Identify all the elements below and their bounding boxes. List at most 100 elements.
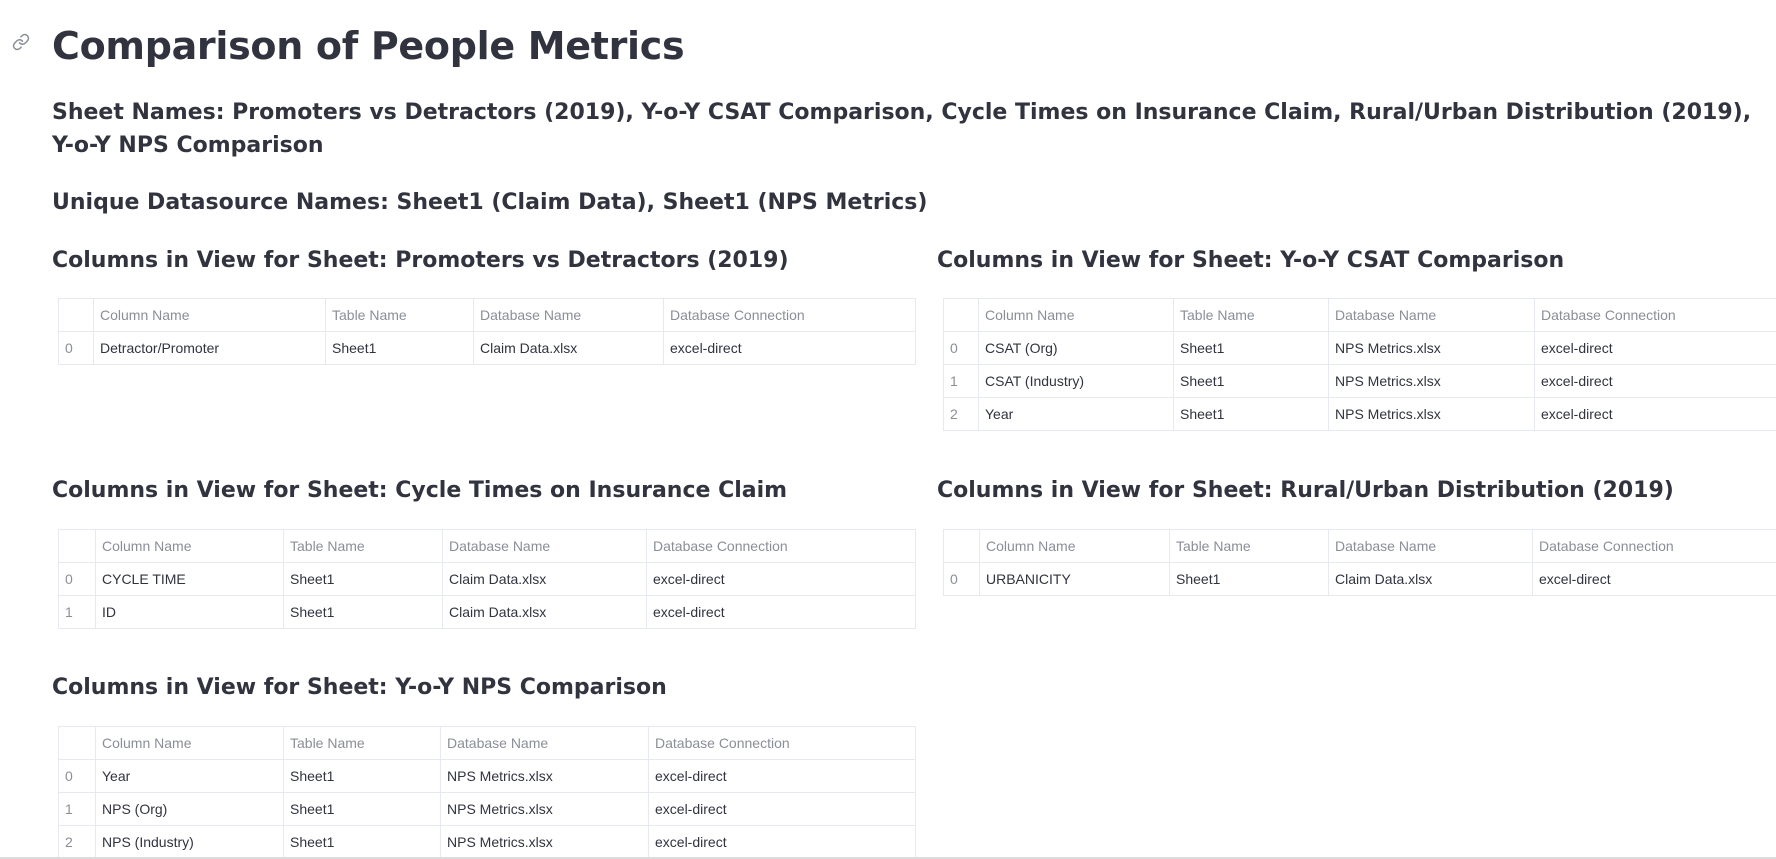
column-header[interactable]: Database Name — [442, 529, 647, 563]
table-cell[interactable]: CYCLE TIME — [95, 562, 284, 596]
table-row: 0 Year Sheet1 NPS Metrics.xlsx excel-dir… — [58, 759, 916, 793]
column-header[interactable]: Database Name — [440, 726, 649, 760]
column-header[interactable]: Table Name — [283, 726, 441, 760]
table-cell[interactable]: Claim Data.xlsx — [442, 562, 647, 596]
table-row: 0 CYCLE TIME Sheet1 Claim Data.xlsx exce… — [58, 562, 916, 596]
column-header[interactable]: Column Name — [95, 726, 284, 760]
column-header[interactable]: Database Connection — [1534, 298, 1776, 332]
column-header[interactable]: Database Name — [473, 298, 664, 332]
table-cell[interactable]: excel-direct — [1534, 364, 1776, 398]
section-title-cycle-times: Columns in View for Sheet: Cycle Times o… — [52, 478, 788, 503]
index-header — [58, 298, 94, 332]
index-header — [58, 529, 96, 563]
link-icon[interactable] — [12, 33, 30, 51]
table-cell[interactable]: Sheet1 — [283, 825, 441, 859]
table-cell[interactable]: excel-direct — [648, 759, 916, 793]
table-cell[interactable]: NPS (Org) — [95, 792, 284, 826]
table-cell[interactable]: Sheet1 — [1173, 364, 1329, 398]
table-cell[interactable]: Sheet1 — [1169, 562, 1329, 596]
table-cell[interactable]: excel-direct — [1532, 562, 1776, 596]
table-cell[interactable]: Claim Data.xlsx — [473, 331, 664, 365]
row-index: 0 — [943, 331, 979, 365]
column-header[interactable]: Table Name — [283, 529, 443, 563]
table-cell[interactable]: Sheet1 — [325, 331, 474, 365]
columns-table-nps-comparison: Column Name Table Name Database Name Dat… — [58, 726, 916, 859]
datasource-names-heading: Unique Datasource Names: Sheet1 (Claim D… — [52, 190, 928, 215]
columns-table-cycle-times: Column Name Table Name Database Name Dat… — [58, 529, 916, 629]
table-cell[interactable]: excel-direct — [646, 595, 916, 629]
page-title: Comparison of People Metrics — [52, 24, 685, 68]
table-cell[interactable]: NPS Metrics.xlsx — [440, 825, 649, 859]
table-cell[interactable]: Sheet1 — [283, 759, 441, 793]
column-header[interactable]: Table Name — [325, 298, 474, 332]
table-cell[interactable]: Sheet1 — [1173, 397, 1329, 431]
table-row: 2 NPS (Industry) Sheet1 NPS Metrics.xlsx… — [58, 825, 916, 859]
row-index: 2 — [58, 825, 96, 859]
index-header — [943, 298, 979, 332]
table-row: 0 Detractor/Promoter Sheet1 Claim Data.x… — [58, 331, 916, 365]
table-cell[interactable]: excel-direct — [1534, 397, 1776, 431]
column-header[interactable]: Database Name — [1328, 529, 1533, 563]
table-cell[interactable]: ID — [95, 595, 284, 629]
table-cell[interactable]: Year — [95, 759, 284, 793]
row-index: 1 — [58, 595, 96, 629]
section-title-rural-urban: Columns in View for Sheet: Rural/Urban D… — [937, 478, 1674, 503]
column-header[interactable]: Column Name — [95, 529, 284, 563]
table-cell[interactable]: excel-direct — [663, 331, 916, 365]
column-header[interactable]: Database Connection — [648, 726, 916, 760]
table-cell[interactable]: Year — [978, 397, 1174, 431]
column-header[interactable]: Table Name — [1173, 298, 1329, 332]
table-cell[interactable]: excel-direct — [1534, 331, 1776, 365]
table-cell[interactable]: excel-direct — [646, 562, 916, 596]
table-cell[interactable]: Sheet1 — [1173, 331, 1329, 365]
table-row: 0 CSAT (Org) Sheet1 NPS Metrics.xlsx exc… — [943, 331, 1776, 365]
row-index: 1 — [58, 792, 96, 826]
row-index: 0 — [943, 562, 980, 596]
sheet-names-heading: Sheet Names: Promoters vs Detractors (20… — [52, 100, 1752, 158]
section-title-nps-comparison: Columns in View for Sheet: Y-o-Y NPS Com… — [52, 675, 667, 700]
table-cell[interactable]: Sheet1 — [283, 562, 443, 596]
columns-table-rural-urban: Column Name Table Name Database Name Dat… — [943, 529, 1776, 596]
section-title-promoters-detractors: Columns in View for Sheet: Promoters vs … — [52, 248, 789, 273]
columns-table-csat-comparison: Column Name Table Name Database Name Dat… — [943, 298, 1776, 431]
table-cell[interactable]: Claim Data.xlsx — [442, 595, 647, 629]
row-index: 0 — [58, 759, 96, 793]
table-row: 2 Year Sheet1 NPS Metrics.xlsx excel-dir… — [943, 397, 1776, 431]
index-header — [58, 726, 96, 760]
table-cell[interactable]: NPS Metrics.xlsx — [1328, 397, 1535, 431]
table-row: 1 NPS (Org) Sheet1 NPS Metrics.xlsx exce… — [58, 792, 916, 826]
column-header[interactable]: Table Name — [1169, 529, 1329, 563]
row-index: 1 — [943, 364, 979, 398]
table-header-row: Column Name Table Name Database Name Dat… — [943, 529, 1776, 563]
columns-table-promoters-detractors: Column Name Table Name Database Name Dat… — [58, 298, 916, 365]
table-cell[interactable]: NPS Metrics.xlsx — [440, 792, 649, 826]
table-cell[interactable]: CSAT (Org) — [978, 331, 1174, 365]
table-row: 1 ID Sheet1 Claim Data.xlsx excel-direct — [58, 595, 916, 629]
table-cell[interactable]: NPS Metrics.xlsx — [1328, 364, 1535, 398]
column-header[interactable]: Column Name — [979, 529, 1170, 563]
column-header[interactable]: Database Connection — [646, 529, 916, 563]
row-index: 0 — [58, 331, 94, 365]
table-cell[interactable]: Claim Data.xlsx — [1328, 562, 1533, 596]
table-row: 0 URBANICITY Sheet1 Claim Data.xlsx exce… — [943, 562, 1776, 596]
column-header[interactable]: Database Connection — [1532, 529, 1776, 563]
table-cell[interactable]: Sheet1 — [283, 595, 443, 629]
table-cell[interactable]: NPS Metrics.xlsx — [1328, 331, 1535, 365]
column-header[interactable]: Column Name — [93, 298, 326, 332]
column-header[interactable]: Database Name — [1328, 298, 1535, 332]
table-cell[interactable]: URBANICITY — [979, 562, 1170, 596]
table-cell[interactable]: CSAT (Industry) — [978, 364, 1174, 398]
index-header — [943, 529, 980, 563]
table-cell[interactable]: Detractor/Promoter — [93, 331, 326, 365]
table-cell[interactable]: NPS Metrics.xlsx — [440, 759, 649, 793]
table-header-row: Column Name Table Name Database Name Dat… — [58, 726, 916, 760]
column-header[interactable]: Column Name — [978, 298, 1174, 332]
table-cell[interactable]: Sheet1 — [283, 792, 441, 826]
table-cell[interactable]: NPS (Industry) — [95, 825, 284, 859]
table-cell[interactable]: excel-direct — [648, 825, 916, 859]
table-header-row: Column Name Table Name Database Name Dat… — [58, 298, 916, 332]
row-index: 2 — [943, 397, 979, 431]
table-row: 1 CSAT (Industry) Sheet1 NPS Metrics.xls… — [943, 364, 1776, 398]
column-header[interactable]: Database Connection — [663, 298, 916, 332]
table-cell[interactable]: excel-direct — [648, 792, 916, 826]
